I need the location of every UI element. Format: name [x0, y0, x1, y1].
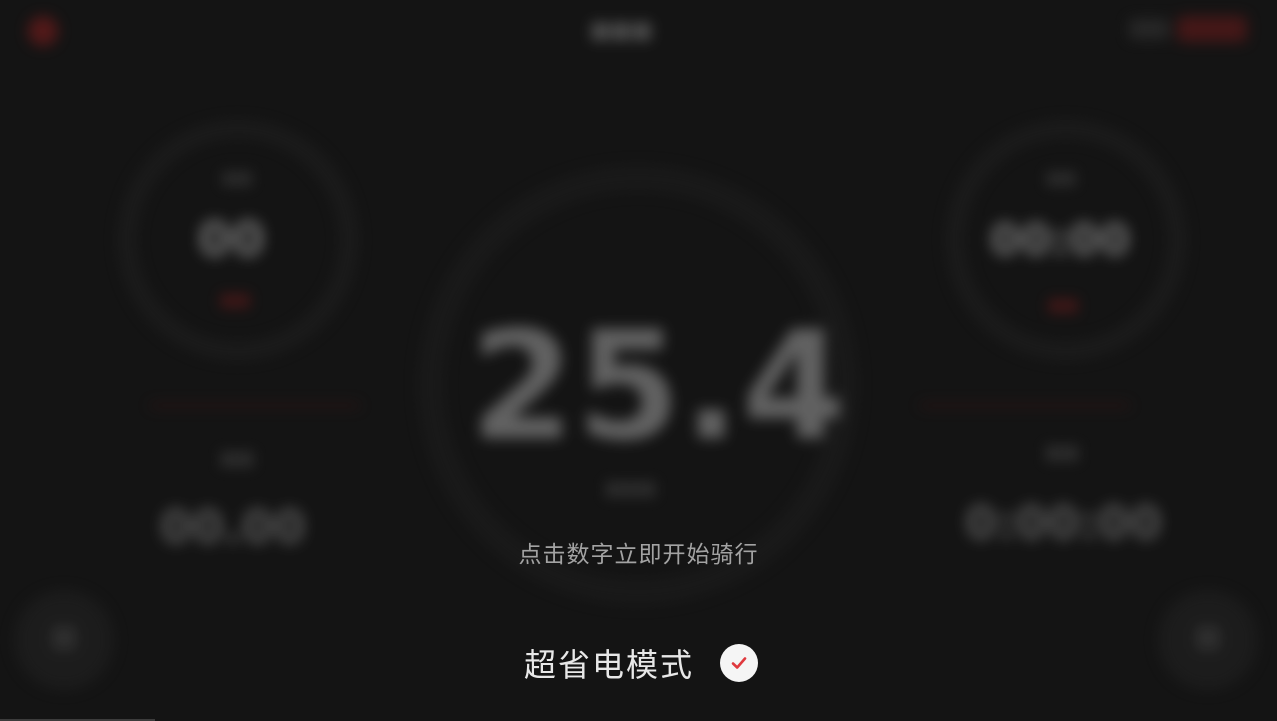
right-stat-label: ■■ — [1045, 442, 1080, 463]
left-gauge-label: ■■ — [222, 168, 253, 187]
main-speed-value: 25.4 — [470, 300, 849, 474]
right-divider — [920, 404, 1130, 407]
power-saving-mode-toggle[interactable]: 超省电模式 — [524, 640, 759, 686]
top-left-status — [28, 16, 83, 46]
right-gauge-label: ■■ — [1046, 168, 1077, 187]
left-corner-button — [14, 590, 114, 690]
top-title-blurred: ■■■ — [590, 18, 653, 43]
blurred-dashboard: ■■■ ■■ 00 ■■ ■■ 00:00 ■■ 25.4 ■■■ ■■ 00.… — [0, 0, 1277, 721]
screen: ■■■ ■■ 00 ■■ ■■ 00:00 ■■ 25.4 ■■■ ■■ 00.… — [0, 0, 1277, 721]
left-gauge-value: 00 — [198, 212, 265, 268]
signal-icon — [1129, 19, 1169, 39]
left-gauge-unit: ■■ — [220, 290, 251, 309]
main-speed-unit: ■■■ — [605, 478, 657, 499]
record-indicator-icon — [28, 16, 58, 46]
right-corner-button — [1158, 590, 1258, 690]
right-gauge-unit: ■■ — [1048, 295, 1079, 314]
power-saving-mode-label[interactable]: 超省电模式 — [524, 640, 694, 686]
top-right-status — [1129, 16, 1247, 42]
top-left-text — [68, 22, 83, 41]
start-hint-text[interactable]: 点击数字立即开始骑行 — [0, 535, 1277, 569]
left-divider — [150, 404, 360, 407]
battery-icon — [1177, 16, 1247, 42]
left-stat-label: ■■ — [220, 448, 255, 469]
check-icon[interactable] — [720, 644, 759, 682]
right-gauge-value: 00:00 — [990, 215, 1131, 266]
check-mark-svg — [731, 657, 747, 669]
